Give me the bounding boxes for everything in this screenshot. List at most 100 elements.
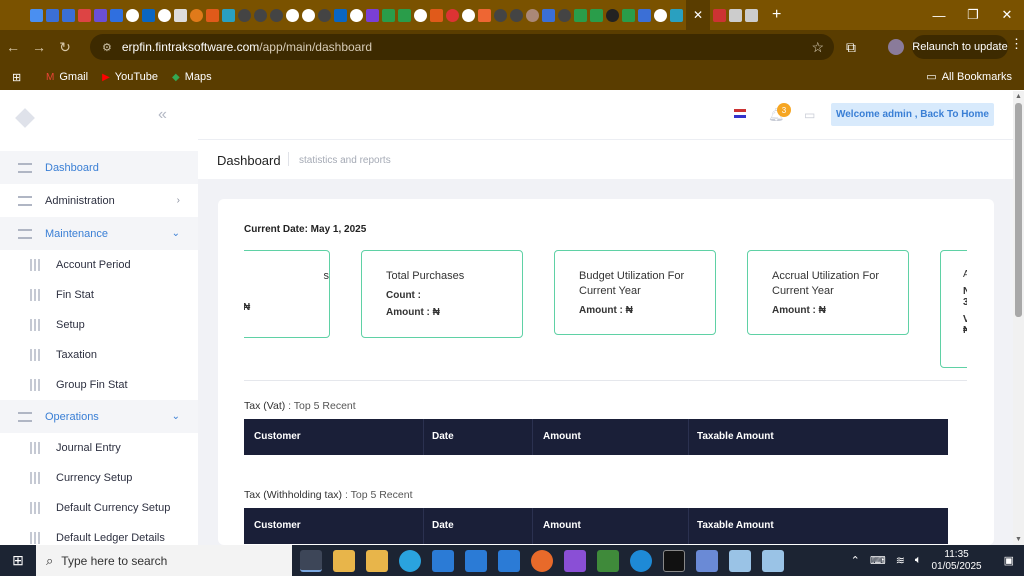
tab-favicon-icon[interactable] <box>622 8 635 22</box>
sidebar-item-default-currency-setup[interactable]: Default Currency Setup <box>0 493 198 523</box>
column-header[interactable]: Amount <box>543 520 581 531</box>
tab-favicon-icon[interactable] <box>334 8 347 22</box>
file-explorer-icon[interactable] <box>366 549 388 572</box>
tab-favicon-icon[interactable] <box>206 8 219 22</box>
all-bookmarks-button[interactable]: ▭ All Bookmarks <box>926 70 1012 84</box>
tab-favicon-icon[interactable] <box>574 8 587 22</box>
chat-icon[interactable]: ▭ <box>804 108 815 122</box>
tab-favicon-icon[interactable] <box>670 8 683 22</box>
edge-icon[interactable] <box>630 549 652 572</box>
tab-favicon-icon[interactable] <box>382 8 395 22</box>
scroll-down-icon[interactable]: ▼ <box>1015 536 1022 543</box>
sidebar-item-operations[interactable]: Operations ⌄ <box>0 400 198 433</box>
bookmark-maps[interactable]: ◆ Maps <box>172 71 212 83</box>
tab-favicon-icon[interactable] <box>30 8 43 22</box>
forward-icon[interactable]: → <box>26 39 52 55</box>
browser-menu-icon[interactable]: ⋮ <box>1010 36 1023 52</box>
windows-start-icon[interactable]: ⊞ <box>0 552 36 569</box>
tab-favicon-icon[interactable] <box>126 8 139 22</box>
tab-favicon-icon[interactable] <box>238 8 251 22</box>
stats-carousel[interactable]: s ₦ Total Purchases Count : Amount : ₦ B… <box>244 242 967 372</box>
tab-favicon-icon[interactable] <box>174 8 187 22</box>
vscode-icon[interactable] <box>498 549 520 572</box>
tab-favicon-icon[interactable] <box>606 8 619 22</box>
tab-favicon-icon[interactable] <box>430 8 443 22</box>
chevron-up-icon[interactable]: ⌃ <box>851 554 860 567</box>
sidebar-item-journal-entry[interactable]: Journal Entry <box>0 433 198 463</box>
wifi-icon[interactable]: ≋ <box>896 554 905 567</box>
profile-avatar[interactable] <box>888 39 904 55</box>
telegram-icon[interactable] <box>399 549 421 572</box>
sidebar-item-default-ledger-details[interactable]: Default Ledger Details <box>0 523 198 545</box>
tab-favicon-icon[interactable] <box>78 8 91 22</box>
tab-favicon-icon[interactable] <box>110 8 123 22</box>
tab-favicon-icon[interactable] <box>558 8 571 22</box>
tab-list[interactable]: ✕ <box>0 0 758 30</box>
tab-favicon-icon[interactable] <box>414 8 427 22</box>
file-explorer-icon[interactable] <box>333 549 355 572</box>
apps-grid-icon[interactable]: ⊞ <box>12 71 30 84</box>
tab-favicon-icon[interactable] <box>254 8 267 22</box>
vscode-icon[interactable] <box>432 549 454 572</box>
sidebar-item-group-fin-stat[interactable]: Group Fin Stat <box>0 370 198 400</box>
tab-favicon-icon[interactable] <box>638 8 651 22</box>
vscode-icon[interactable] <box>465 549 487 572</box>
tab-favicon-icon[interactable] <box>510 8 523 22</box>
taskbar-search[interactable]: ⌕ Type here to search <box>36 545 292 576</box>
language-flag-icon[interactable] <box>734 109 746 118</box>
active-tab-close-icon[interactable]: ✕ <box>686 0 710 30</box>
tab-favicon-icon[interactable] <box>270 8 283 22</box>
app-icon[interactable] <box>729 549 751 572</box>
tab-favicon-icon[interactable] <box>745 8 758 22</box>
tab-favicon-icon[interactable] <box>729 8 742 22</box>
scroll-up-icon[interactable]: ▲ <box>1015 93 1022 100</box>
column-header[interactable]: Taxable Amount <box>697 431 774 442</box>
tab-favicon-icon[interactable] <box>398 8 411 22</box>
visual-studio-icon[interactable] <box>564 549 586 572</box>
app-icon[interactable] <box>762 549 784 572</box>
restore-icon[interactable]: ❐ <box>956 0 990 30</box>
app-logo[interactable] <box>15 108 35 128</box>
sidebar-item-fin-stat[interactable]: Fin Stat <box>0 280 198 310</box>
site-info-icon[interactable]: ⚙ <box>102 41 112 54</box>
clock[interactable]: 11:35 01/05/2025 <box>932 549 982 573</box>
welcome-back-home-button[interactable]: Welcome admin , Back To Home <box>831 103 994 126</box>
tab-favicon-icon[interactable] <box>366 8 379 22</box>
sidebar-item-dashboard[interactable]: Dashboard <box>0 151 198 184</box>
column-header[interactable]: Customer <box>254 520 301 531</box>
scrollbar-thumb[interactable] <box>1015 103 1022 317</box>
firefox-icon[interactable] <box>531 549 553 572</box>
chrome-taskbar-icon[interactable] <box>300 549 322 572</box>
relaunch-button[interactable]: Relaunch to update <box>912 35 1008 59</box>
close-window-icon[interactable]: ✕ <box>990 0 1024 30</box>
collapse-sidebar-icon[interactable]: « <box>158 106 167 124</box>
sidebar-item-taxation[interactable]: Taxation <box>0 340 198 370</box>
tab-favicon-icon[interactable] <box>190 8 203 22</box>
new-tab-button[interactable]: + <box>772 6 781 24</box>
tab-favicon-icon[interactable] <box>142 8 155 22</box>
tab-favicon-icon[interactable] <box>478 8 491 22</box>
tab-favicon-icon[interactable] <box>462 8 475 22</box>
reload-icon[interactable]: ↻ <box>52 39 78 56</box>
tab-favicon-icon[interactable] <box>542 8 555 22</box>
bookmark-star-icon[interactable]: ☆ <box>811 39 824 56</box>
terminal-icon[interactable] <box>663 549 685 572</box>
tab-favicon-icon[interactable] <box>94 8 107 22</box>
tab-favicon-icon[interactable] <box>286 8 299 22</box>
back-icon[interactable]: ← <box>0 39 26 55</box>
notifications-icon[interactable]: ▣ <box>1004 554 1014 567</box>
column-header[interactable]: Customer <box>254 431 301 442</box>
app-icon[interactable] <box>696 549 718 572</box>
minimize-icon[interactable]: — <box>922 0 956 30</box>
keyboard-icon[interactable]: ⌨ <box>870 554 886 567</box>
bookmark-youtube[interactable]: ▶ YouTube <box>102 71 158 83</box>
tab-favicon-icon[interactable] <box>494 8 507 22</box>
spreadsheet-icon[interactable] <box>597 549 619 572</box>
sidebar-item-account-period[interactable]: Account Period <box>0 250 198 280</box>
tab-favicon-icon[interactable] <box>46 8 59 22</box>
bookmark-gmail[interactable]: M Gmail <box>46 71 88 83</box>
tab-favicon-icon[interactable] <box>713 8 726 22</box>
tab-favicon-icon[interactable] <box>526 8 539 22</box>
address-bar[interactable]: ⚙ erpfin.fintraksoftware.com/app/main/da… <box>90 34 834 60</box>
column-header[interactable]: Date <box>432 520 454 531</box>
